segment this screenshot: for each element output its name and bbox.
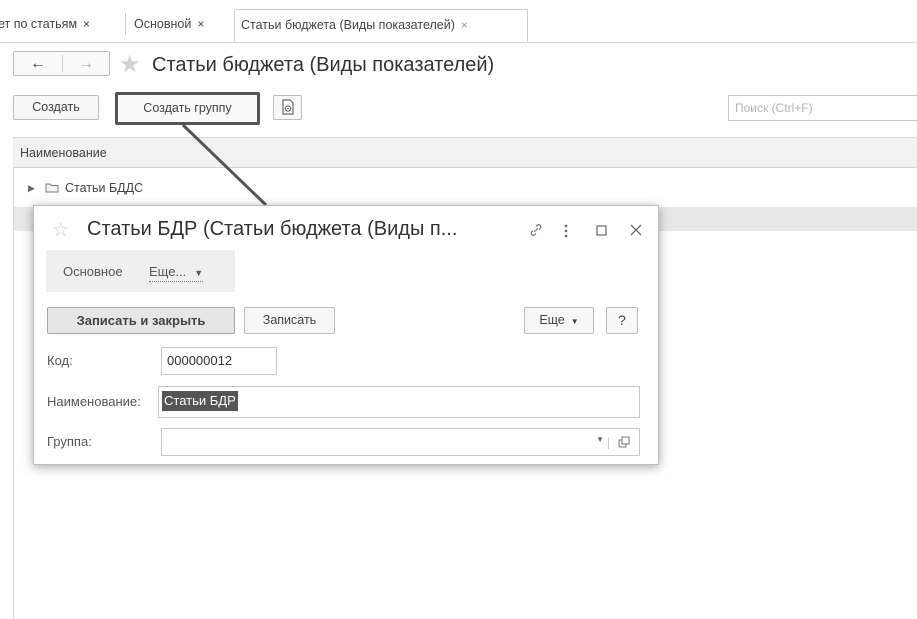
more-actions-button[interactable]: Еще ▼ xyxy=(524,307,594,334)
tab-label: Основной xyxy=(134,17,192,31)
save-button[interactable]: Записать xyxy=(244,307,335,334)
group-dialog: ☆ Статьи БДР (Статьи бюджета (Виды п... … xyxy=(33,205,659,465)
group-field[interactable]: ▼ xyxy=(161,428,640,456)
dropdown-arrow-icon: ▼ xyxy=(570,317,579,326)
create-button[interactable]: Создать xyxy=(13,95,99,120)
forward-arrow-icon[interactable]: → xyxy=(63,52,109,75)
more-actions-label: Еще xyxy=(539,313,565,327)
dropdown-arrow-icon: ▼ xyxy=(194,268,204,278)
tab-budget-items[interactable]: Статьи бюджета (Виды показателей) × xyxy=(234,9,528,42)
name-label: Наименование: xyxy=(47,394,141,409)
back-arrow-icon[interactable]: ← xyxy=(14,52,62,75)
dialog-title: Статьи БДР (Статьи бюджета (Виды п... xyxy=(87,218,458,240)
tab-budget-report[interactable]: ет по статьям × xyxy=(0,9,118,42)
link-icon[interactable] xyxy=(528,222,544,238)
tab-bar: ет по статьям × Основной × Статьи бюджета … xyxy=(0,0,917,43)
field-divider xyxy=(608,437,609,449)
group-label: Группа: xyxy=(47,434,92,449)
tab-label: ет по статьям xyxy=(0,17,78,31)
expand-triangle-icon[interactable]: ▶ xyxy=(28,175,35,201)
tab-more-menu[interactable]: Еще... ▼ xyxy=(149,264,204,282)
close-icon[interactable]: × xyxy=(197,17,204,31)
more-vertical-icon[interactable] xyxy=(563,223,569,239)
open-icon[interactable] xyxy=(618,436,631,449)
list-border xyxy=(13,168,14,619)
help-button[interactable]: ? xyxy=(606,307,638,334)
close-icon[interactable]: × xyxy=(83,17,90,31)
code-label: Код: xyxy=(47,353,73,368)
print-preview-button[interactable] xyxy=(273,95,302,120)
dropdown-arrow-icon[interactable]: ▼ xyxy=(596,429,604,451)
favorite-star-outline-icon[interactable]: ☆ xyxy=(52,219,69,242)
folder-icon xyxy=(45,183,59,193)
column-header-name[interactable]: Наименование xyxy=(13,137,917,168)
name-field[interactable]: Статьи БДР xyxy=(158,386,640,418)
maximize-icon[interactable] xyxy=(596,225,607,236)
tab-main[interactable]: Основной × xyxy=(134,9,224,42)
close-icon[interactable] xyxy=(630,224,642,236)
page-title: Статьи бюджета (Виды показателей) xyxy=(152,54,495,76)
tab-divider xyxy=(125,13,126,35)
tab-label: Статьи бюджета (Виды показателей) xyxy=(241,18,455,32)
favorite-star-icon[interactable]: ★ xyxy=(119,52,141,78)
save-and-close-button[interactable]: Записать и закрыть xyxy=(47,307,235,334)
document-settings-icon xyxy=(281,99,294,115)
list-item-label: Статьи БДДС xyxy=(65,181,144,195)
tab-more-label: Еще... xyxy=(149,264,187,279)
tab-main[interactable]: Основное xyxy=(63,264,123,279)
name-field-selected-text: Статьи БДР xyxy=(162,391,238,411)
code-field[interactable]: 000000012 xyxy=(161,347,277,375)
create-group-button[interactable]: Создать группу xyxy=(115,92,260,125)
nav-buttons: ← → xyxy=(13,51,110,76)
close-icon[interactable]: × xyxy=(461,18,468,32)
search-input[interactable]: Поиск (Ctrl+F) xyxy=(728,95,917,121)
